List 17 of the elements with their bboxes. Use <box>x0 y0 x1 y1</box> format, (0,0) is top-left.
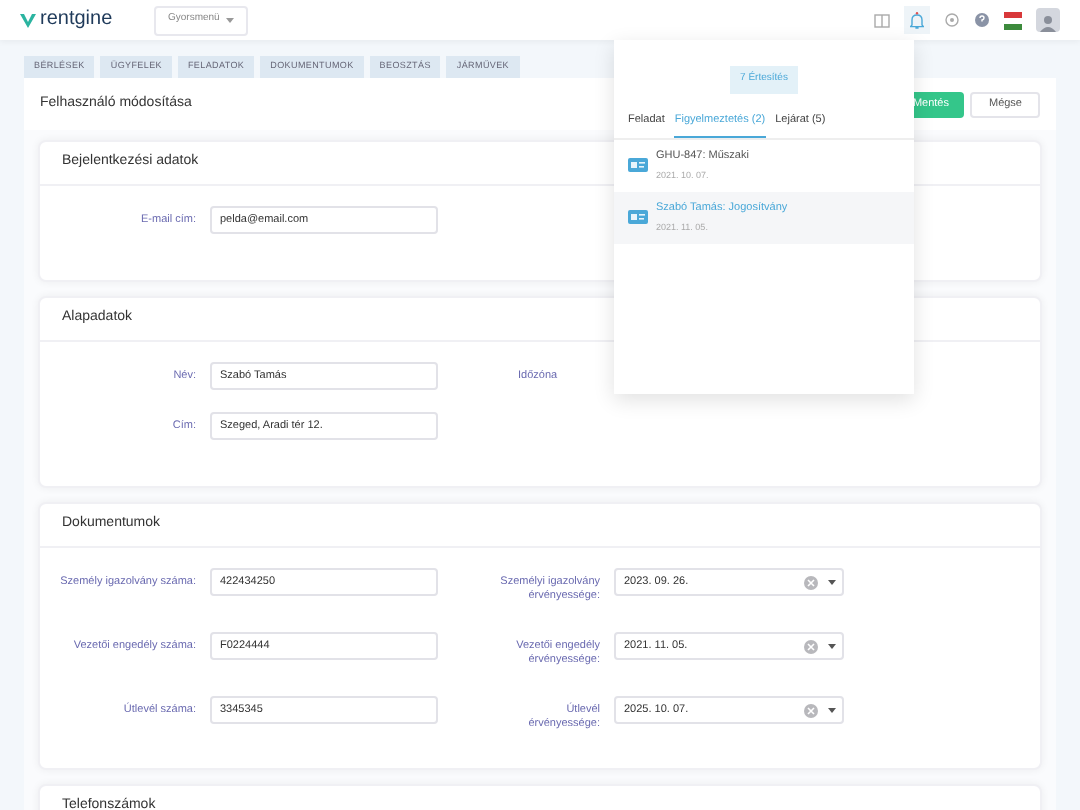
caret-icon[interactable] <box>828 643 836 649</box>
id-card-icon <box>628 210 648 225</box>
flag-icon[interactable] <box>1004 11 1022 29</box>
avatar[interactable] <box>1036 8 1060 32</box>
bell-button[interactable] <box>904 6 930 34</box>
logo-icon <box>20 13 36 27</box>
clear-icon[interactable] <box>804 575 818 589</box>
clear-icon[interactable] <box>804 703 818 717</box>
caret-icon[interactable] <box>828 579 836 585</box>
clear-icon[interactable] <box>804 639 818 653</box>
id-card-icon <box>628 158 648 173</box>
caret-icon[interactable] <box>828 707 836 713</box>
settings-icon[interactable] <box>944 12 960 28</box>
caret-icon <box>225 17 234 23</box>
columns-icon[interactable] <box>874 13 890 27</box>
help-icon[interactable] <box>974 12 990 28</box>
logo: rentgine <box>40 10 113 30</box>
